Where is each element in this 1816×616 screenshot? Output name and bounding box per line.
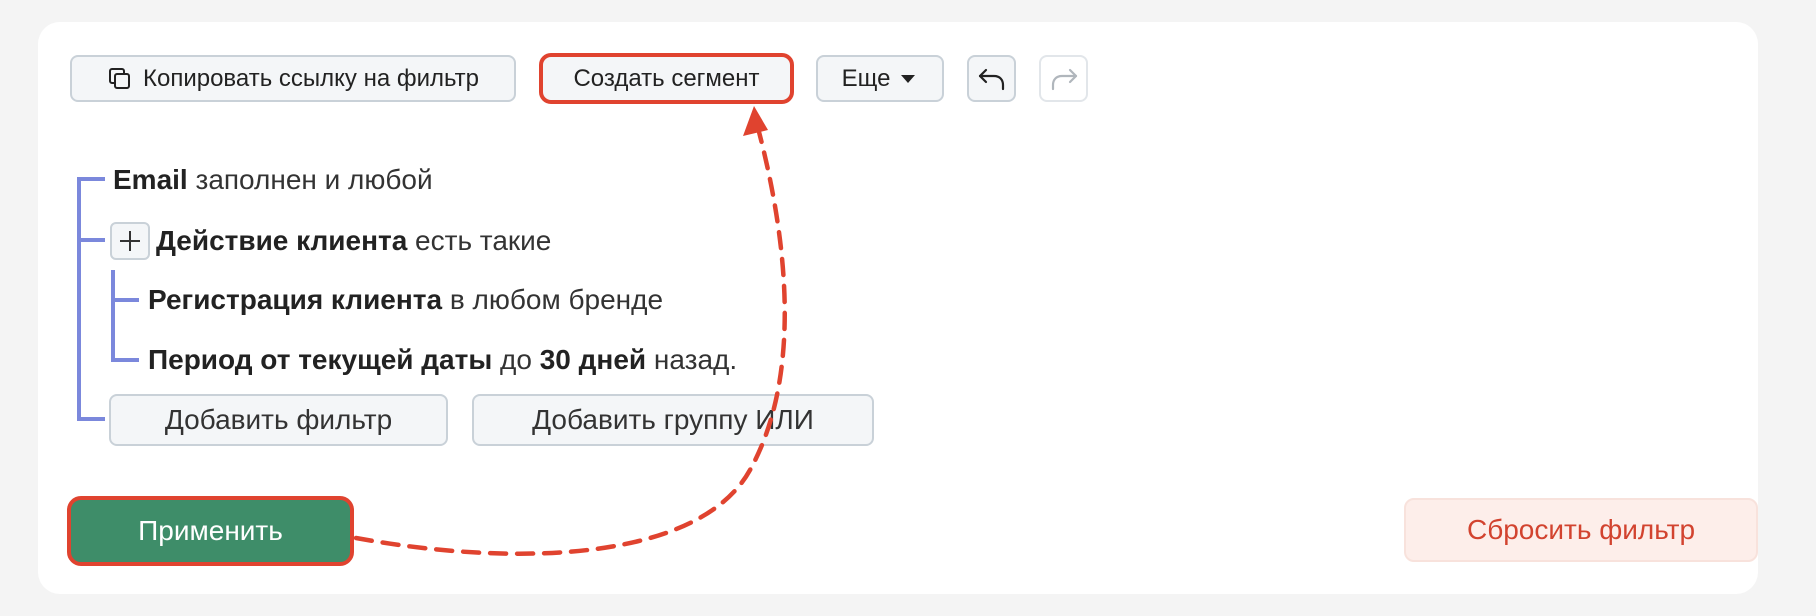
expand-toggle[interactable] — [110, 222, 150, 260]
filter-condition: до — [500, 344, 532, 375]
add-or-group-label: Добавить группу ИЛИ — [532, 404, 814, 435]
undo-icon — [978, 68, 1004, 90]
copy-filter-link-label: Копировать ссылку на фильтр — [143, 64, 479, 92]
copy-filter-link-button[interactable]: Копировать ссылку на фильтр — [70, 55, 516, 102]
filter-condition: заполнен и любой — [195, 164, 433, 195]
undo-button[interactable] — [967, 55, 1016, 102]
tree-line-outer — [77, 177, 81, 421]
filter-condition: в любом бренде — [449, 284, 664, 315]
filter-row-email[interactable]: Email заполнен и любой — [113, 164, 433, 196]
more-dropdown-button[interactable]: Еще — [816, 55, 944, 102]
apply-label: Применить — [138, 515, 283, 546]
plus-icon — [120, 231, 140, 251]
filter-condition-tail: назад. — [653, 344, 738, 375]
tree-tick — [77, 417, 105, 421]
filter-condition: есть такие — [415, 225, 552, 256]
add-filter-label: Добавить фильтр — [164, 404, 393, 435]
caret-down-icon — [901, 74, 916, 83]
create-segment-label: Создать сегмент — [573, 64, 760, 92]
filter-field: Период от текущей даты — [148, 344, 493, 375]
more-label: Еще — [841, 64, 891, 92]
filter-row-period[interactable]: Период от текущей даты до 30 дней назад. — [148, 344, 737, 376]
copy-icon — [109, 67, 130, 89]
reset-filter-label: Сбросить фильтр — [1466, 514, 1696, 545]
filter-value: 30 дней — [539, 344, 647, 375]
filter-field: Email — [113, 164, 188, 195]
tree-tick — [111, 298, 139, 302]
tree-tick — [77, 177, 105, 181]
add-or-group-button[interactable]: Добавить группу ИЛИ — [472, 394, 874, 446]
create-segment-button[interactable]: Создать сегмент — [539, 53, 794, 104]
apply-button[interactable]: Применить — [67, 496, 354, 566]
add-filter-button[interactable]: Добавить фильтр — [109, 394, 448, 446]
filter-field: Действие клиента — [156, 225, 408, 256]
tree-line-inner — [111, 270, 115, 362]
tree-tick — [111, 358, 139, 362]
reset-filter-button[interactable]: Сбросить фильтр — [1404, 498, 1758, 562]
filter-row-action[interactable]: Действие клиента есть такие — [156, 225, 551, 257]
filter-row-registration[interactable]: Регистрация клиента в любом бренде — [148, 284, 663, 316]
redo-icon — [1051, 68, 1077, 90]
redo-button[interactable] — [1039, 55, 1088, 102]
filter-field: Регистрация клиента — [148, 284, 443, 315]
tree-tick — [77, 238, 105, 242]
